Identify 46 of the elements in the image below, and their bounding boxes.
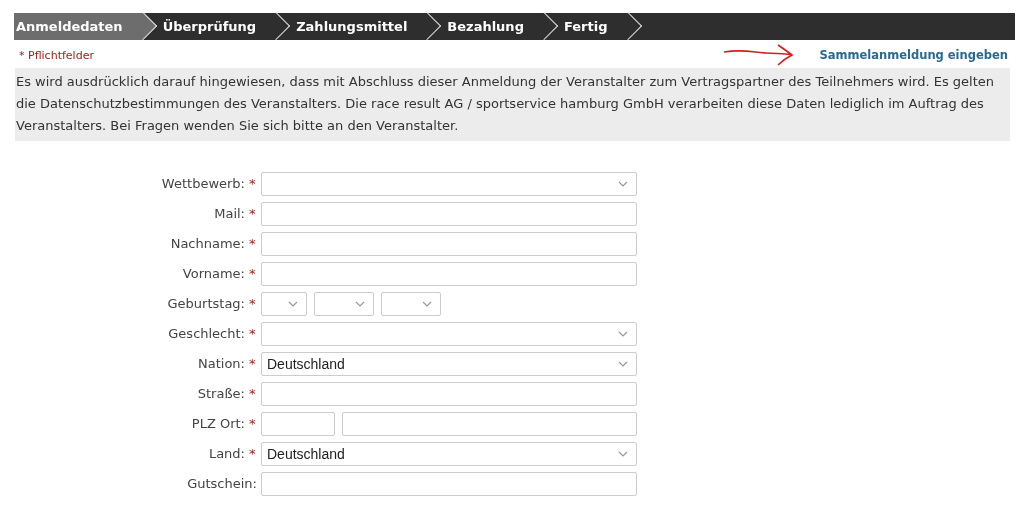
field-label: Nation:: [198, 356, 245, 371]
select-field[interactable]: [314, 291, 374, 316]
select-field[interactable]: [261, 321, 637, 346]
field-label: Geschlecht:: [168, 326, 245, 341]
field-label: Wettbewerb:: [161, 176, 245, 191]
input-field[interactable]: [261, 231, 637, 256]
chevron-down-icon: [618, 180, 628, 187]
input-field[interactable]: [261, 381, 637, 406]
input-field[interactable]: [261, 261, 637, 286]
input-field[interactable]: [261, 201, 637, 226]
required-marker: *: [249, 296, 257, 311]
required-marker: *: [249, 386, 257, 401]
input-field[interactable]: [261, 411, 335, 436]
required-marker: *: [249, 326, 257, 341]
input-field[interactable]: [342, 411, 637, 436]
chevron-down-icon: [288, 300, 298, 307]
chevron-down-icon: [422, 300, 432, 307]
field-label: Nachname:: [170, 236, 245, 251]
required-marker: *: [249, 356, 257, 371]
field-label: Vorname:: [182, 266, 245, 281]
select-field[interactable]: Deutschland: [261, 351, 637, 376]
required-marker: *: [249, 416, 257, 431]
required-marker: *: [249, 176, 257, 191]
required-marker: *: [249, 446, 257, 461]
notice-text: Es wird ausdrücklich darauf hingewiesen, dass mit Abschluss dieser Anmeldung der Veranstalter zum Vertragspartner des Teilnehmers wird. Es gelten die Datenschutzbestimmungen des Veranstalters. Die race result AG / sportservice hamburg GmbH verarbeiten diese Daten lediglich im Auftrag des Veranstalters. Bei Fragen wenden Sie sich bitte an den Veranstalter.: [15, 68, 1010, 141]
field-label: Geburtstag:: [167, 296, 245, 311]
select-field[interactable]: Deutschland: [261, 441, 637, 466]
field-label: Gutschein:: [187, 476, 257, 491]
chevron-down-icon: [618, 450, 628, 457]
input-field[interactable]: [261, 471, 637, 496]
chevron-down-icon: [355, 300, 365, 307]
required-note: * Pflichtfelder: [19, 48, 95, 62]
step-tab[interactable]: Anmeldedaten: [14, 13, 157, 40]
select-field[interactable]: [261, 291, 307, 316]
chevron-down-icon: [618, 330, 628, 337]
field-label: Mail:: [214, 206, 245, 221]
chevron-down-icon: [618, 360, 628, 367]
group-registration-link[interactable]: Sammelanmeldung eingeben: [819, 48, 1008, 62]
select-field[interactable]: [261, 171, 637, 196]
required-marker: *: [249, 266, 257, 281]
select-field[interactable]: [381, 291, 441, 316]
field-label: Straße:: [197, 386, 245, 401]
required-marker: *: [249, 206, 257, 221]
required-marker: *: [249, 236, 257, 251]
field-label: Land:: [208, 446, 245, 461]
field-label: PLZ Ort:: [191, 416, 245, 431]
